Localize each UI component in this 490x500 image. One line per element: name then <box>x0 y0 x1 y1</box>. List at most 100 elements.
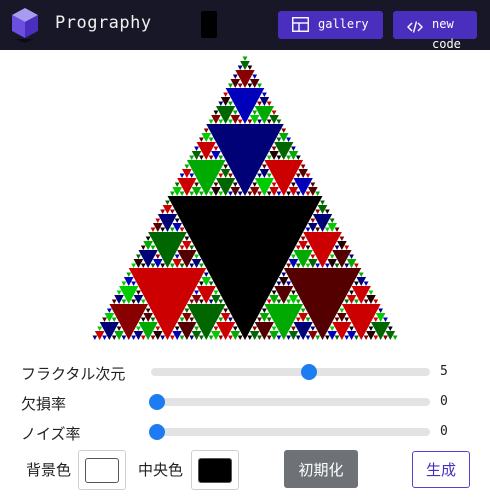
fractal-triangle <box>223 92 229 97</box>
fractal-triangle <box>208 155 214 160</box>
fractal-triangle <box>276 191 282 196</box>
fractal-triangle <box>223 164 229 169</box>
fractal-triangle <box>266 299 272 304</box>
fractal-triangle <box>392 335 398 340</box>
fractal-triangle <box>184 236 190 241</box>
fractal-triangle <box>179 263 185 268</box>
fractal-triangle <box>228 335 233 340</box>
fractal-triangle <box>131 263 137 268</box>
fractal-triangle <box>121 335 127 340</box>
fractal-triangle <box>140 263 146 268</box>
fractal-triangle <box>315 191 321 196</box>
fractal-triangle <box>150 335 156 340</box>
fractal-triangle <box>344 335 350 340</box>
fractal-triangle <box>189 173 195 178</box>
fractal-triangle <box>242 56 248 61</box>
fractal-triangle <box>300 164 306 169</box>
background-color-picker[interactable] <box>78 450 126 490</box>
fractal-triangle <box>276 155 282 160</box>
fractal-triangle <box>140 299 146 304</box>
fractal-triangle <box>213 290 219 295</box>
fractal-triangle <box>344 245 350 250</box>
fractal-triangle <box>276 335 282 340</box>
fractal-triangle <box>189 155 195 160</box>
fractal-triangle <box>252 110 258 115</box>
fractal-triangle <box>291 146 296 151</box>
fractal-triangle <box>198 155 204 160</box>
fractal-triangle <box>184 308 190 313</box>
fractal-triangle <box>208 281 214 286</box>
fractal-triangle <box>184 164 190 169</box>
defect-slider-thumb[interactable] <box>149 394 165 410</box>
fractal-triangle <box>145 308 151 313</box>
fractal-triangle <box>92 335 98 340</box>
fractal-triangle <box>257 191 262 196</box>
fractal-triangle <box>136 326 141 331</box>
generate-button[interactable]: 生成 <box>412 451 470 488</box>
fractal-triangle <box>310 218 316 223</box>
fractal-triangle <box>353 263 359 268</box>
fractal-triangle <box>261 92 267 97</box>
fractal-triangle <box>271 110 277 115</box>
fractal-triangle <box>266 119 272 124</box>
fractal-triangle <box>155 326 161 331</box>
dimension-slider[interactable] <box>151 368 430 376</box>
gallery-button[interactable]: gallery <box>278 11 383 39</box>
fractal-triangle <box>363 299 369 304</box>
fractal-triangle <box>252 182 258 187</box>
dimension-label: フラクタル次元 <box>21 365 126 383</box>
fractal-triangle <box>281 272 287 277</box>
fractal-triangle <box>286 155 292 160</box>
fractal-triangle <box>213 326 219 331</box>
fractal-triangle <box>111 335 117 340</box>
fractal-triangle <box>310 254 316 259</box>
fractal-triangle <box>189 317 195 322</box>
fractal-triangle <box>329 326 335 331</box>
fractal-triangle <box>194 326 199 331</box>
fractal-triangle <box>213 182 219 187</box>
fractal-triangle <box>179 317 185 322</box>
fractal-triangle <box>339 308 345 313</box>
fractal-triangle <box>257 335 262 340</box>
fractal-triangle <box>305 227 311 232</box>
fractal-triangle <box>174 254 180 259</box>
fractal-triangle <box>189 335 195 340</box>
fractal-triangle <box>334 263 340 268</box>
new-code-button[interactable]: new code <box>393 11 477 51</box>
fractal-triangle <box>121 299 127 304</box>
fractal-triangle <box>291 290 296 295</box>
fractal-triangle <box>320 200 325 205</box>
app-title: Prography <box>55 13 152 33</box>
fractal-triangle <box>344 299 350 304</box>
fractal-triangle <box>334 227 340 232</box>
fractal-triangle <box>349 290 354 295</box>
fractal-triangle <box>198 299 204 304</box>
fractal-triangle <box>286 299 292 304</box>
reset-button[interactable]: 初期化 <box>284 450 358 488</box>
defect-slider[interactable] <box>151 398 430 406</box>
noise-slider-thumb[interactable] <box>149 424 165 440</box>
fractal-triangle <box>194 290 199 295</box>
fractal-triangle <box>150 227 156 232</box>
center-color-picker[interactable] <box>191 450 239 490</box>
fractal-triangle <box>329 254 335 259</box>
fractal-triangle <box>232 110 238 115</box>
noise-slider[interactable] <box>151 428 430 436</box>
fractal-triangle <box>358 272 364 277</box>
fractal-triangle <box>257 317 262 322</box>
fractal-triangle <box>228 173 233 178</box>
fractal-triangle <box>179 191 185 196</box>
dimension-slider-thumb[interactable] <box>301 364 318 380</box>
status-indicator <box>201 11 217 38</box>
fractal-triangle <box>203 272 209 277</box>
fractal-triangle <box>353 335 359 340</box>
fractal-triangle <box>266 101 272 106</box>
fractal-triangle <box>160 227 166 232</box>
fractal-triangle <box>266 155 272 160</box>
fractal-triangle <box>324 227 330 232</box>
fractal-triangle <box>334 245 340 250</box>
fractal-triangle <box>155 218 161 223</box>
fractal-triangle <box>271 326 277 331</box>
fractal-triangle <box>174 218 180 223</box>
fractal-triangle <box>131 299 137 304</box>
